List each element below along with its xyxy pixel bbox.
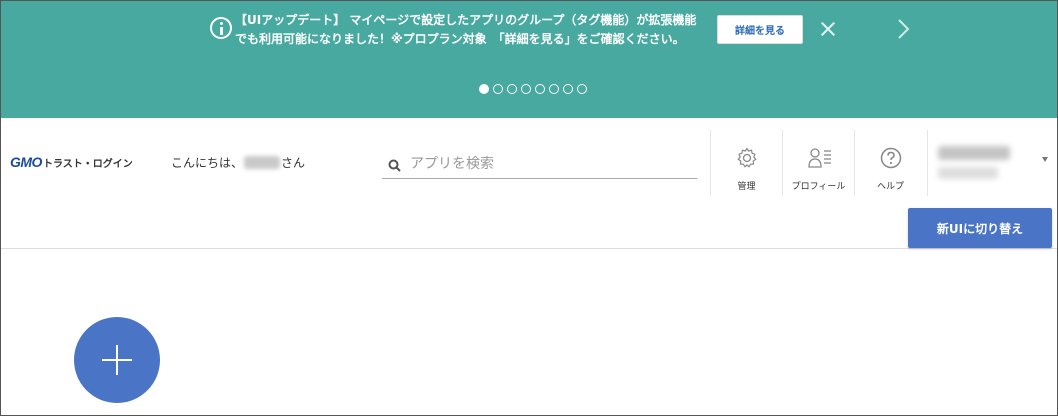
announcement-banner: 【UIアップデート】 マイページで設定したアプリのグループ（タグ機能）が拡張機能… [1,1,1057,118]
greeting-suffix: さん [281,156,306,170]
carousel-dot[interactable] [521,84,531,94]
logo-text: トラスト・ログイン [42,159,133,170]
nav-profile-label: プロフィール [791,182,846,192]
info-icon [210,17,232,39]
nav-manage-label: 管理 [737,182,756,192]
details-button[interactable]: 詳細を見る [717,15,803,44]
gear-icon [737,147,757,168]
banner-message: 【UIアップデート】 マイページで設定したアプリのグループ（タグ機能）が拡張機能… [235,11,715,49]
close-icon[interactable] [819,20,837,38]
switch-new-ui-button[interactable]: 新UIに切り替え [908,208,1052,248]
nav-help-label: ヘルプ [876,182,904,192]
profile-icon [808,148,831,168]
carousel-dot[interactable] [507,84,517,94]
search-box [382,150,697,179]
add-app-button[interactable] [74,317,160,403]
banner-line-1: 【UIアップデート】 マイページで設定したアプリのグループ（タグ機能）が拡張機能 [235,13,697,27]
carousel-dot[interactable] [493,84,503,94]
user-menu[interactable] [927,130,1057,196]
greeting-prefix: こんにちは、 [171,156,244,170]
logo-mark: GMO [10,154,42,170]
user-name-redacted [938,146,1010,160]
app-header: GMO トラスト・ログイン こんにちは、 さん 管理 [1,118,1057,249]
nav-profile[interactable]: プロフィール [782,130,854,196]
nav-help[interactable]: ヘルプ [854,130,926,196]
greeting: こんにちは、 さん [171,154,305,171]
nav-manage[interactable]: 管理 [710,130,782,196]
chevron-right-icon[interactable] [892,18,914,40]
caret-down-icon [1042,157,1048,162]
user-org-redacted [938,167,998,179]
logo[interactable]: GMO トラスト・ログイン [10,154,133,170]
app-window: 【UIアップデート】 マイページで設定したアプリのグループ（タグ機能）が拡張機能… [0,0,1058,416]
carousel-dot[interactable] [577,84,587,94]
banner-line-2: でも利用可能になりました！※プロプラン対象 「詳細を見る」をご確認ください。 [235,32,685,46]
carousel-dot[interactable] [479,84,489,94]
carousel-dot[interactable] [563,84,573,94]
carousel-indicators [479,84,587,94]
carousel-dot[interactable] [535,84,545,94]
help-icon [880,147,902,169]
search-input[interactable] [410,152,690,176]
user-name-redacted [244,156,281,169]
carousel-dot[interactable] [549,84,559,94]
search-icon [388,159,401,172]
